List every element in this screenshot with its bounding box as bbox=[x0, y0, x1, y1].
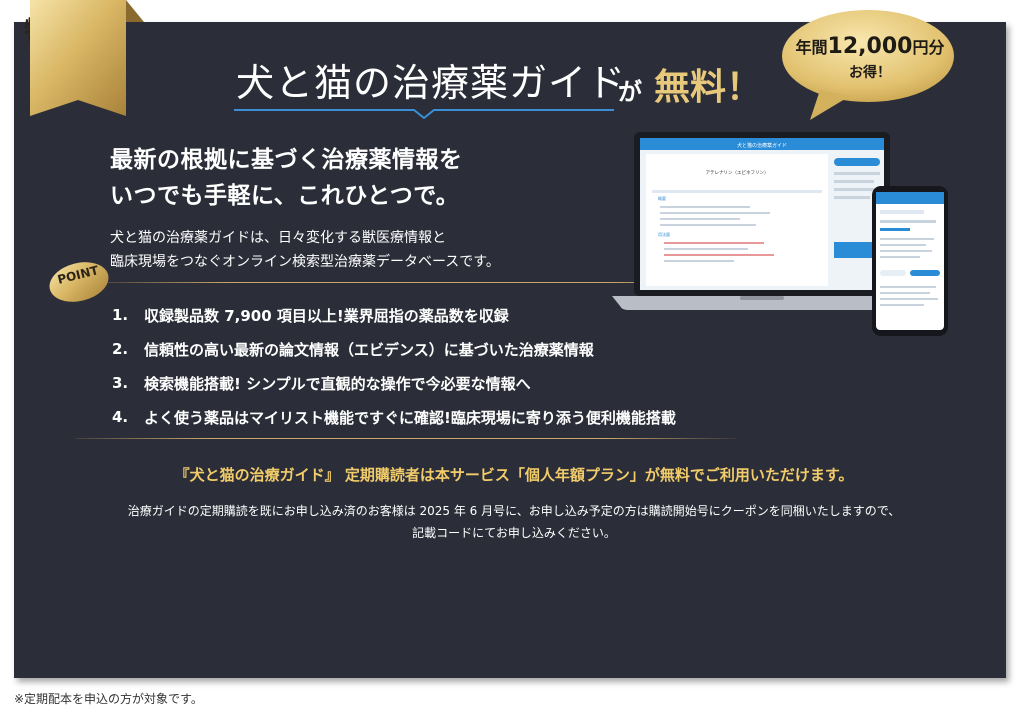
title-connector: が bbox=[618, 78, 642, 106]
note: 治療ガイドの定期購読を既にお申し込み済のお客様は 2025 年 6 月号に、お申… bbox=[0, 500, 1028, 544]
list-item: 1. 収録製品数 7,900 項目以上!業界屈指の薬品数を収録 bbox=[112, 298, 676, 332]
description-line1: 犬と猫の治療薬ガイドは、日々変化する獣医療情報と bbox=[110, 230, 446, 246]
headline: 最新の根拠に基づく治療薬情報を いつでも手軽に、これひとつで。 bbox=[110, 142, 463, 214]
point-text: 信頼性の高い最新の論文情報（エビデンス）に基づいた治療薬情報 bbox=[144, 340, 594, 359]
point-text: 収録製品数 7,900 項目以上!業界屈指の薬品数を収録 bbox=[144, 306, 509, 325]
cta-text: 『犬と猫の治療ガイド』 定期購読者は本サービス「個人年額プラン」が無料でご利用い… bbox=[174, 466, 854, 484]
headline-line1: 最新の根拠に基づく治療薬情報を bbox=[110, 147, 463, 173]
description: 犬と猫の治療薬ガイドは、日々変化する獣医療情報と 臨床現場をつなぐオンライン検索… bbox=[110, 226, 500, 274]
laptop-drug-name: アテレナリン（エピネフリン） bbox=[706, 170, 769, 176]
savings-value: 12,000 bbox=[827, 34, 913, 59]
laptop-section2: 用法量 bbox=[658, 231, 670, 237]
point-number: 3. bbox=[112, 374, 129, 392]
points-bottom-divider bbox=[76, 438, 736, 439]
list-item: 4. よく使う薬品はマイリスト機能ですぐに確認!臨床現場に寄り添う便利機能搭載 bbox=[112, 400, 676, 434]
point-number: 2. bbox=[112, 340, 129, 358]
points-list: 1. 収録製品数 7,900 項目以上!業界屈指の薬品数を収録 2. 信頼性の高… bbox=[112, 298, 676, 434]
savings-caption: お得！ bbox=[849, 65, 891, 81]
description-line2: 臨床現場をつなぐオンライン検索型治療薬データベースです。 bbox=[110, 254, 500, 270]
ribbon-badge bbox=[30, 0, 126, 116]
footnote: ※定期配本を申込の方が対象です。 bbox=[14, 692, 203, 706]
point-number: 4. bbox=[112, 408, 129, 426]
point-text: よく使う薬品はマイリスト機能ですぐに確認!臨床現場に寄り添う便利機能搭載 bbox=[144, 408, 676, 427]
note-line1: 治療ガイドの定期購読を既にお申し込み済のお客様は 2025 年 6 月号に、お申… bbox=[127, 504, 901, 518]
list-item: 3. 検索機能搭載! シンプルで直観的な操作で今必要な情報へ bbox=[112, 366, 676, 400]
point-number: 1. bbox=[112, 306, 129, 324]
title-underline bbox=[234, 109, 614, 120]
laptop-section1: 概要 bbox=[658, 195, 666, 201]
savings-amount: 年間12,000円分 bbox=[790, 34, 950, 59]
savings-suffix: 円分 bbox=[912, 38, 945, 57]
page-title: 犬と猫の治療薬ガイド bbox=[236, 61, 627, 105]
laptop-mockup: 犬と猫の治療薬ガイド アテレナリン（エピネフリン） 概要 用法量 bbox=[612, 132, 912, 310]
phone-mockup bbox=[872, 186, 948, 336]
list-item: 2. 信頼性の高い最新の論文情報（エビデンス）に基づいた治療薬情報 bbox=[112, 332, 676, 366]
title-free: 無料！ bbox=[654, 67, 763, 108]
savings-prefix: 年間 bbox=[795, 38, 828, 57]
ribbon-fold bbox=[126, 0, 144, 22]
laptop-app-title: 犬と猫の治療薬ガイド bbox=[737, 142, 787, 149]
point-text: 検索機能搭載! シンプルで直観的な操作で今必要な情報へ bbox=[144, 374, 531, 393]
headline-line2: いつでも手軽に、これひとつで。 bbox=[110, 183, 460, 209]
note-line2: 記載コードにてお申し込みください。 bbox=[412, 526, 616, 540]
